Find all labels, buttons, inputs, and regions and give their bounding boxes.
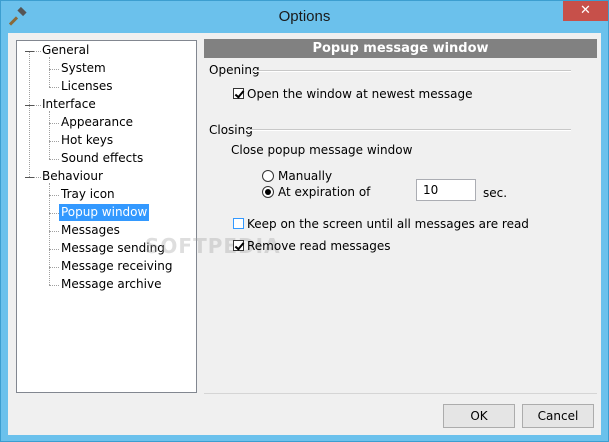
expiration-seconds-input[interactable]: 10 [416,179,476,201]
closing-divider [246,129,571,131]
remove-read-label[interactable]: Remove read messages [247,239,391,253]
tree-item-behaviour[interactable]: Behaviour [40,168,105,185]
cancel-button[interactable]: Cancel [522,404,594,428]
open-newest-checkbox[interactable] [233,88,244,99]
title-bar[interactable]: Options ✕ [1,1,608,33]
button-separator [204,393,597,394]
close-icon: ✕ [580,3,591,18]
ok-button[interactable]: OK [443,404,515,428]
opening-divider [253,70,571,72]
open-newest-label[interactable]: Open the window at newest message [247,87,472,101]
collapse-icon[interactable] [25,177,34,178]
tree-item-message-archive[interactable]: Message archive [59,276,163,293]
tree-item-licenses[interactable]: Licenses [59,78,115,95]
keep-on-screen-label[interactable]: Keep on the screen until all messages ar… [247,217,529,231]
tree-item-tray-icon[interactable]: Tray icon [59,186,117,203]
expiration-label[interactable]: At expiration of [278,185,370,199]
tree-item-sound-effects[interactable]: Sound effects [59,150,145,167]
tree-item-messages[interactable]: Messages [59,222,122,239]
options-window: Options ✕ General System Licenses Interf… [0,0,609,442]
remove-read-checkbox[interactable] [233,240,244,251]
collapse-icon[interactable] [25,51,34,52]
panel-title: Popup message window [204,39,597,58]
keep-on-screen-checkbox[interactable] [233,218,244,229]
tree-item-message-receiving[interactable]: Message receiving [59,258,174,275]
tree-item-interface[interactable]: Interface [40,96,98,113]
collapse-icon[interactable] [25,105,34,106]
close-popup-subtitle: Close popup message window [231,143,413,157]
dialog-body: General System Licenses Interface Appear… [8,33,601,435]
tree-item-appearance[interactable]: Appearance [59,114,135,131]
category-tree[interactable]: General System Licenses Interface Appear… [16,40,197,393]
tree-item-system[interactable]: System [59,60,108,77]
seconds-unit-label: sec. [483,186,508,200]
tree-item-hot-keys[interactable]: Hot keys [59,132,115,149]
tree-item-general[interactable]: General [40,42,91,59]
manually-radio[interactable] [262,170,274,182]
tree-item-popup-window[interactable]: Popup window [59,204,150,221]
expiration-radio[interactable] [262,186,274,198]
window-title: Options [278,8,331,25]
manually-label[interactable]: Manually [278,169,332,183]
close-button[interactable]: ✕ [563,1,608,21]
